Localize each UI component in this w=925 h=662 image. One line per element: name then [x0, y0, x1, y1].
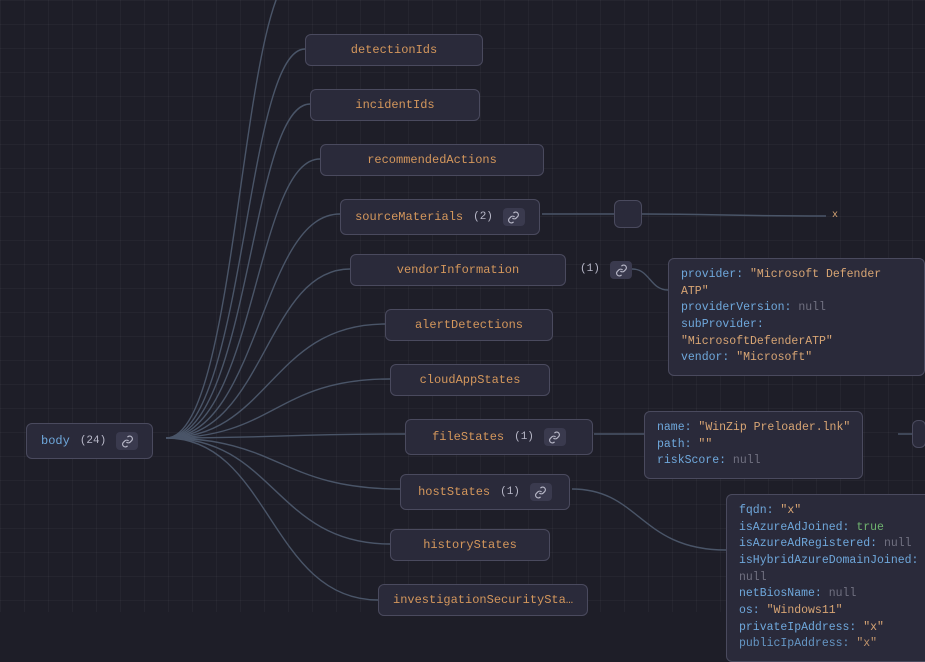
child-node-fileStates[interactable]: fileStates (1)	[405, 419, 593, 455]
link-icon[interactable]	[544, 428, 566, 446]
child-node-sourceMaterials[interactable]: sourceMaterials (2)	[340, 199, 540, 235]
child-label: incidentIds	[355, 98, 434, 112]
child-node-historyStates[interactable]: historyStates	[390, 529, 550, 561]
child-node-detectionIds[interactable]: detectionIds	[305, 34, 483, 66]
detail-node-fileState[interactable]: name: "WinZip Preloader.lnk" path: "" ri…	[644, 411, 863, 479]
link-icon[interactable]	[530, 483, 552, 501]
child-label: alertDetections	[415, 318, 523, 332]
child-label: recommendedActions	[367, 153, 497, 167]
root-label: body	[41, 434, 70, 448]
child-node-incidentIds[interactable]: incidentIds	[310, 89, 480, 121]
child-node-vendorInformation[interactable]: vendorInformation	[350, 254, 566, 286]
root-node-body[interactable]: body (24)	[26, 423, 153, 459]
detail-node-hostState[interactable]: fqdn: "x" isAzureAdJoined: true isAzureA…	[726, 494, 925, 662]
link-icon[interactable]	[503, 208, 525, 226]
child-label: investigationSecuritySta…	[393, 593, 573, 607]
child-node-investigationSecurityStates[interactable]: investigationSecuritySta…	[378, 584, 588, 616]
child-label: vendorInformation	[397, 263, 519, 277]
child-node-recommendedActions[interactable]: recommendedActions	[320, 144, 544, 176]
child-label: sourceMaterials	[355, 210, 463, 224]
small-connector-node-right[interactable]	[912, 420, 925, 448]
small-connector-node[interactable]	[614, 200, 642, 228]
child-node-alertDetections[interactable]: alertDetections	[385, 309, 553, 341]
link-icon[interactable]	[610, 261, 632, 279]
x-mark: x	[832, 210, 838, 221]
child-count: (2)	[473, 211, 493, 223]
link-icon[interactable]	[116, 432, 138, 450]
child-label: cloudAppStates	[420, 373, 521, 387]
child-label: fileStates	[432, 430, 504, 444]
child-label: historyStates	[423, 538, 517, 552]
child-node-cloudAppStates[interactable]: cloudAppStates	[390, 364, 550, 396]
child-label: hostStates	[418, 485, 490, 499]
child-count: (1)	[514, 431, 534, 443]
vendor-ext-count: (1)	[580, 263, 600, 275]
root-count: (24)	[80, 435, 106, 447]
child-node-hostStates[interactable]: hostStates (1)	[400, 474, 570, 510]
detail-node-vendorInformation[interactable]: provider: "Microsoft Defender ATP" provi…	[668, 258, 925, 376]
child-label: detectionIds	[351, 43, 437, 57]
child-count: (1)	[500, 486, 520, 498]
